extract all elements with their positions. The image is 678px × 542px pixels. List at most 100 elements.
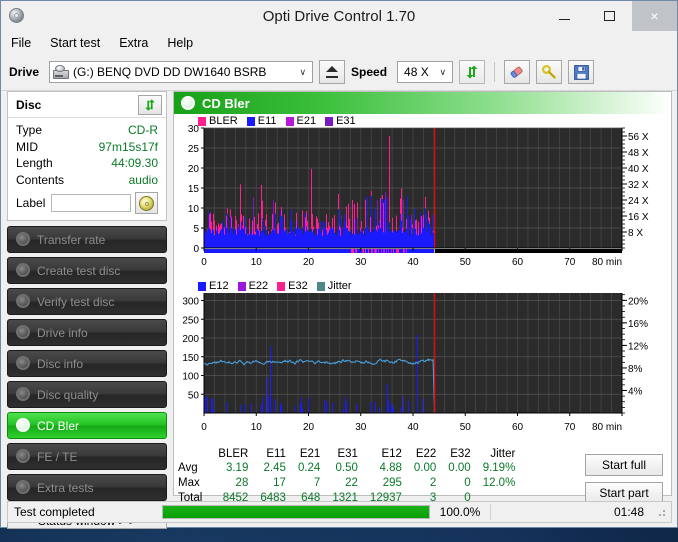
toolbar: Drive (G:) BENQ DVD DD DW1640 BSRB ∨ Spe…: [1, 54, 677, 91]
menu-item-file[interactable]: File: [11, 34, 41, 52]
close-button[interactable]: ×: [632, 1, 677, 31]
jitter-chart-legend: E12 E22 E32 Jitter: [198, 280, 352, 292]
cell-max-e31: 22: [345, 477, 358, 489]
legend-label: E12: [209, 280, 229, 292]
sidebar-item-label: Verify test disc: [37, 294, 115, 309]
settings-icon: [542, 64, 556, 79]
window-buttons: ×: [542, 1, 677, 31]
svg-text:10: 10: [251, 257, 263, 268]
svg-text:15: 15: [188, 184, 200, 195]
legend-label: BLER: [209, 115, 238, 127]
disc-label-button[interactable]: [135, 192, 158, 214]
statistics-area: BLER E11 E21 E31 E12 E22 E32 Jitter Avg: [174, 444, 671, 506]
disc-icon: [16, 294, 31, 309]
svg-text:4%: 4%: [628, 386, 643, 397]
disc-row-mid-key: MID: [16, 139, 38, 154]
svg-text:80 min: 80 min: [592, 257, 622, 268]
legend-item-e31: E31: [325, 115, 356, 127]
menu-item-extra[interactable]: Extra: [119, 34, 158, 52]
sidebar: Disc Type CD-R MID 97m15s17f Length 44:0…: [7, 91, 167, 529]
col-e22: E22: [415, 448, 437, 460]
save-button[interactable]: [568, 60, 595, 84]
cell-avg-bler: 3.19: [225, 462, 249, 474]
sidebar-item-cd-bler[interactable]: CD Bler: [7, 412, 167, 439]
svg-text:40: 40: [407, 422, 419, 433]
svg-text:60: 60: [512, 422, 524, 433]
svg-text:70: 70: [564, 422, 576, 433]
col-e12: E12: [381, 448, 402, 460]
disc-row-type-key: Type: [16, 123, 43, 137]
disc-label-input[interactable]: [51, 194, 132, 212]
maximize-button[interactable]: [587, 1, 632, 31]
svg-text:200: 200: [182, 334, 199, 345]
svg-text:50: 50: [460, 257, 472, 268]
progress-fill: [163, 506, 429, 518]
menu-item-start-test[interactable]: Start test: [50, 34, 110, 52]
svg-text:60: 60: [512, 257, 524, 268]
eject-button[interactable]: [319, 60, 346, 84]
svg-text:300: 300: [182, 297, 199, 308]
disc-row-length-key: Length: [16, 156, 53, 170]
svg-text:8%: 8%: [628, 364, 643, 375]
refresh-icon: [466, 65, 478, 79]
main-panel-header: CD Bler: [174, 92, 671, 114]
application-window: Opti Drive Control 1.70 × File Start tes…: [0, 0, 678, 529]
svg-text:0: 0: [201, 257, 207, 268]
svg-text:8 X: 8 X: [628, 228, 643, 239]
sidebar-item-label: Drive info: [37, 325, 88, 340]
svg-text:20: 20: [303, 257, 315, 268]
sidebar-item-disc-info[interactable]: Disc info: [7, 350, 167, 377]
svg-text:48 X: 48 X: [628, 148, 649, 159]
start-full-button[interactable]: Start full: [585, 454, 663, 476]
row-label-max: Max: [178, 477, 200, 489]
col-e31: E31: [337, 448, 358, 460]
minimize-button[interactable]: [542, 1, 587, 31]
disc-panel-title: Disc: [16, 97, 42, 112]
disc-refresh-button[interactable]: [138, 94, 162, 115]
cell-max-bler: 28: [235, 477, 249, 489]
svg-text:24 X: 24 X: [628, 196, 649, 207]
jitter-chart-svg: 50 100 150 200 250 300 0 10 20 30 40 50 60 70 80 min 4%…: [182, 293, 648, 433]
menu-item-help[interactable]: Help: [167, 34, 203, 52]
save-icon: [573, 64, 589, 80]
disc-row-length: Length 44:09.30: [16, 155, 158, 172]
sidebar-item-label: Disc info: [37, 356, 84, 371]
svg-text:100: 100: [182, 372, 199, 383]
statistics-table: BLER E11 E21 E31 E12 E22 E32 Jitter Avg: [176, 448, 521, 506]
cell-max-e11: 17: [273, 477, 286, 489]
erase-button[interactable]: [504, 60, 531, 84]
refresh-button[interactable]: [459, 60, 486, 84]
legend-swatch: [246, 116, 255, 126]
cell-avg-jitter: 9.19%: [482, 462, 516, 474]
disc-label-key: Label: [16, 196, 46, 210]
svg-text:32 X: 32 X: [628, 180, 649, 191]
sidebar-item-transfer-rate[interactable]: Transfer rate: [7, 226, 167, 253]
legend-label: E22: [248, 280, 269, 292]
table-corner: [176, 448, 212, 461]
sidebar-item-fe-te[interactable]: FE / TE: [7, 443, 167, 470]
sidebar-item-extra-tests[interactable]: Extra tests: [7, 474, 167, 501]
cell-max-jitter: 12.0%: [482, 477, 516, 489]
disc-panel: Disc Type CD-R MID 97m15s17f Length 44:0…: [7, 91, 167, 221]
col-e21: E21: [299, 448, 321, 460]
sidebar-item-create-test-disc[interactable]: Create test disc: [7, 257, 167, 284]
drive-icon: [53, 65, 70, 79]
drive-select[interactable]: (G:) BENQ DVD DD DW1640 BSRB ∨: [49, 61, 314, 83]
resize-grip[interactable]: [654, 505, 668, 519]
sidebar-nav: Transfer rate Create test disc Verify te…: [7, 226, 167, 501]
sidebar-item-disc-quality[interactable]: Disc quality: [7, 381, 167, 408]
chevron-down-icon: ∨: [439, 66, 447, 77]
svg-text:50: 50: [188, 390, 200, 401]
disc-icon: [16, 232, 31, 247]
bler-chart-legend: BLER E11 E21 E31: [198, 115, 356, 127]
speed-select[interactable]: 48 X ∨: [397, 61, 454, 83]
settings-button[interactable]: [536, 60, 563, 84]
sidebar-item-drive-info[interactable]: Drive info: [7, 319, 167, 346]
eject-icon: [326, 66, 339, 78]
legend-swatch: [285, 116, 294, 126]
legend-item-e21: E21: [285, 115, 316, 127]
svg-text:50: 50: [460, 422, 472, 433]
sidebar-item-label: CD Bler: [37, 418, 80, 433]
table-row: Avg 3.19 2.45 0.24 0.50 4.88 0.00 0.00 9…: [176, 461, 521, 476]
sidebar-item-verify-test-disc[interactable]: Verify test disc: [7, 288, 167, 315]
